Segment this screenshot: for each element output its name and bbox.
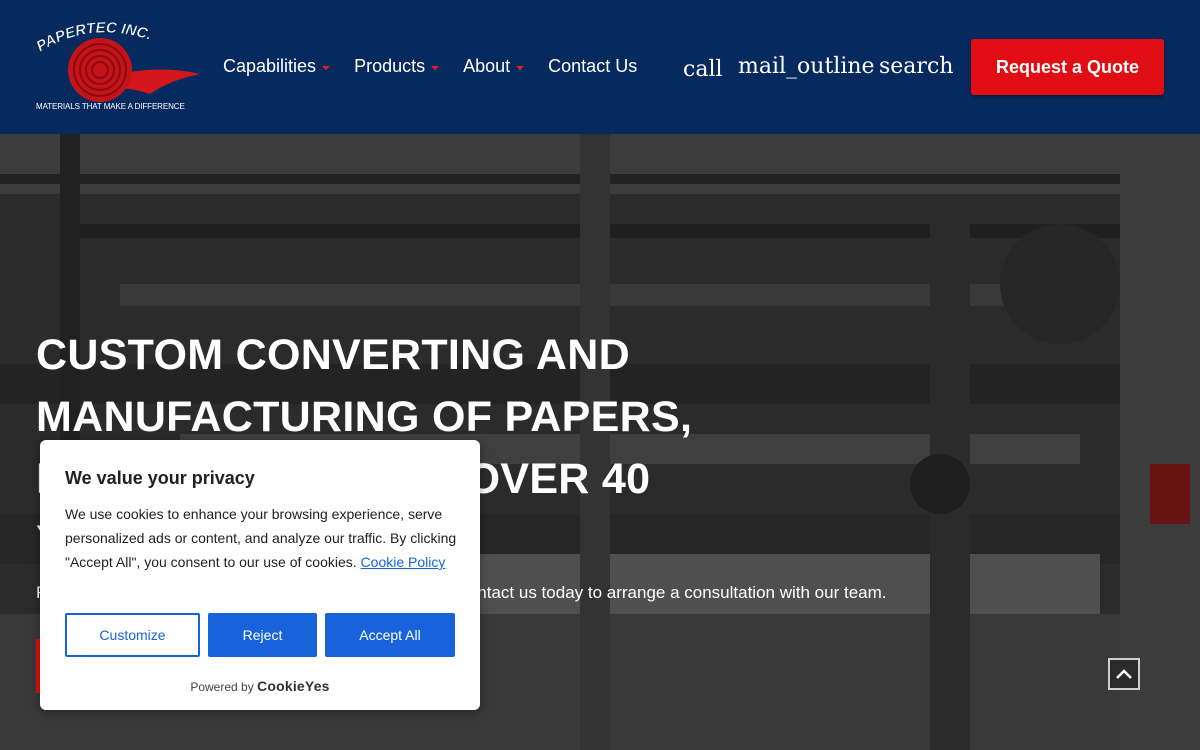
request-quote-button[interactable]: Request a Quote bbox=[971, 39, 1164, 95]
cookie-consent-dialog: We value your privacy We use cookies to … bbox=[40, 440, 480, 710]
nav-about[interactable]: About bbox=[463, 56, 525, 77]
cookie-description: We use cookies to enhance your browsing … bbox=[65, 502, 460, 574]
search-icon[interactable]: search bbox=[879, 54, 953, 79]
hero-title-line: CUSTOM CONVERTING AND bbox=[36, 331, 630, 379]
nav-capabilities[interactable]: Capabilities bbox=[223, 56, 331, 77]
powered-by: Powered by CookieYes bbox=[40, 678, 480, 694]
nav-label: Contact Us bbox=[548, 56, 638, 76]
call-icon[interactable]: call bbox=[683, 57, 723, 82]
nav-label: About bbox=[463, 56, 511, 76]
logo-tagline: MATERIALS THAT MAKE A DIFFERENCE bbox=[36, 102, 185, 111]
chevron-down-icon bbox=[322, 66, 331, 70]
scroll-to-top-button[interactable] bbox=[1108, 658, 1140, 690]
accept-all-button[interactable]: Accept All bbox=[325, 613, 455, 657]
powered-by-label: Powered by bbox=[190, 680, 254, 694]
papertec-logo[interactable]: PAPERTEC INC. MATERIALS THAT MAKE A DIFF… bbox=[30, 19, 210, 114]
customize-button[interactable]: Customize bbox=[65, 613, 200, 657]
nav-label: Capabilities bbox=[223, 56, 317, 76]
nav-contact[interactable]: Contact Us bbox=[548, 56, 637, 77]
logo-graphic: PAPERTEC INC. bbox=[33, 19, 200, 102]
chevron-down-icon bbox=[431, 66, 440, 70]
nav-products[interactable]: Products bbox=[354, 56, 440, 77]
reject-button[interactable]: Reject bbox=[208, 613, 317, 657]
cookie-title: We value your privacy bbox=[65, 468, 255, 488]
main-nav: Capabilities Products About Contact Us bbox=[223, 56, 637, 77]
cookieyes-logo[interactable]: CookieYes bbox=[257, 678, 330, 694]
hero-title-line: MANUFACTURING OF PAPERS, bbox=[36, 393, 693, 441]
site-header: PAPERTEC INC. MATERIALS THAT MAKE A DIFF… bbox=[0, 0, 1200, 134]
nav-label: Products bbox=[354, 56, 426, 76]
mail-icon[interactable]: mail_outline bbox=[738, 54, 875, 79]
cookie-policy-link[interactable]: Cookie Policy bbox=[361, 554, 446, 570]
chevron-down-icon bbox=[516, 66, 525, 70]
chevron-up-icon bbox=[1116, 669, 1132, 679]
